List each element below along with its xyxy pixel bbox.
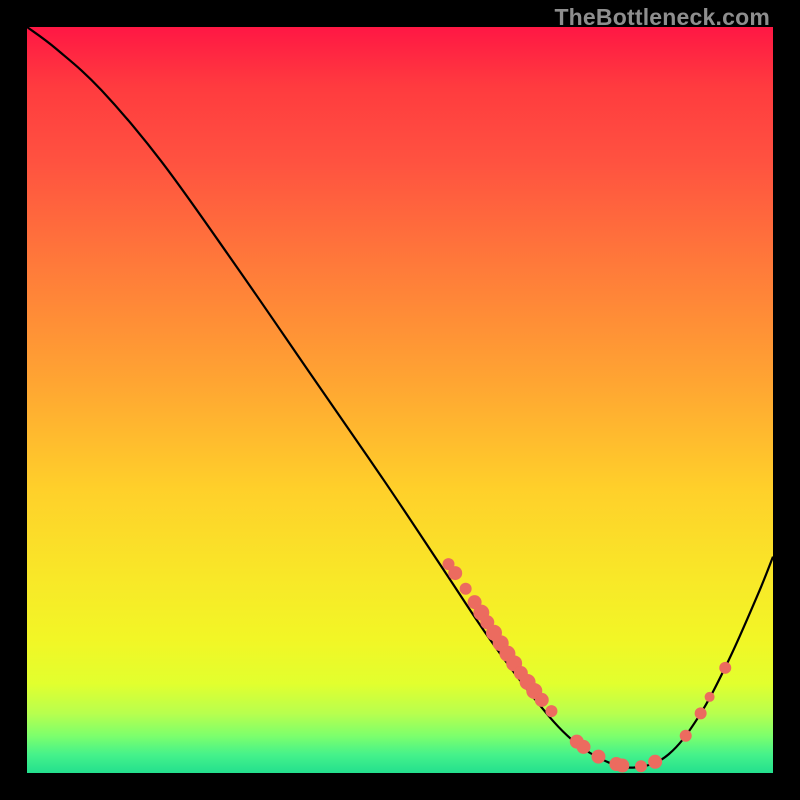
curve-marker [535, 693, 549, 707]
curve-marker [695, 707, 707, 719]
chart-svg [27, 27, 773, 773]
curve-marker [719, 662, 731, 674]
bottleneck-curve [27, 27, 773, 768]
curve-marker [615, 759, 629, 773]
curve-marker [545, 705, 557, 717]
curve-marker [705, 692, 715, 702]
curve-marker [648, 755, 662, 769]
curve-marker [448, 566, 462, 580]
curve-markers [442, 558, 731, 772]
curve-marker [591, 750, 605, 764]
curve-marker [460, 583, 472, 595]
curve-marker [680, 730, 692, 742]
curve-marker [577, 740, 591, 754]
curve-marker [635, 760, 647, 772]
